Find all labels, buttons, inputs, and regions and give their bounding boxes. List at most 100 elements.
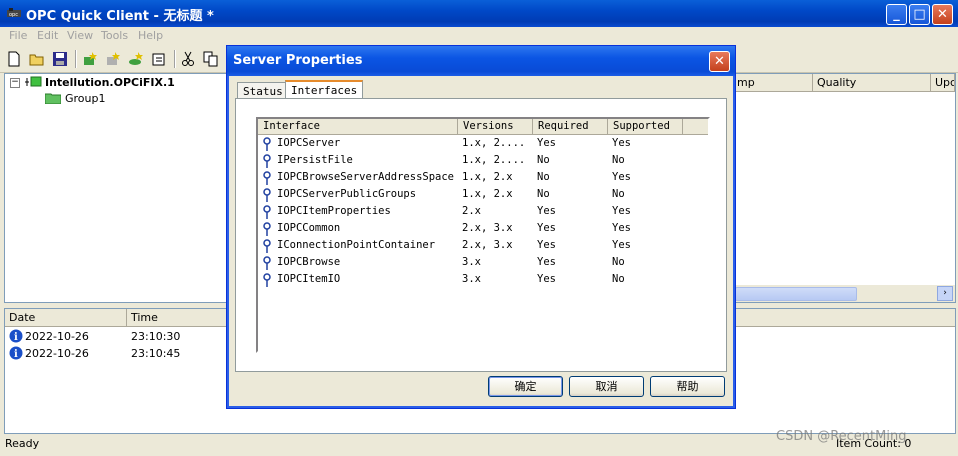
properties-icon[interactable]	[151, 51, 167, 67]
dialog-title-bar[interactable]: Server Properties ✕	[227, 46, 735, 76]
menu-bar: File Edit View Tools Help	[0, 27, 958, 45]
maximize-button[interactable]: □	[909, 4, 930, 25]
log-column-date[interactable]: Date	[5, 309, 127, 327]
close-icon: ✕	[714, 54, 725, 69]
scrollbar-thumb[interactable]	[735, 287, 857, 301]
ok-button[interactable]: 确定	[488, 376, 563, 397]
interface-required: Yes	[537, 222, 556, 234]
column-supported[interactable]: Supported	[608, 119, 683, 135]
menu-view[interactable]: View	[67, 29, 93, 42]
tab-interfaces[interactable]: Interfaces	[285, 80, 364, 99]
maximize-icon: □	[913, 7, 926, 22]
interface-name: IOPCServerPublicGroups	[277, 188, 417, 200]
collapse-toggle-icon[interactable]: −	[10, 78, 20, 88]
interface-lollipop-icon	[263, 205, 271, 219]
column-header[interactable]: Upc	[931, 74, 955, 92]
save-icon[interactable]	[52, 51, 68, 67]
interface-name: IOPCCommon	[277, 222, 341, 234]
open-icon[interactable]	[29, 51, 45, 67]
column-versions[interactable]: Versions	[458, 119, 533, 135]
tab-status[interactable]: Status	[237, 82, 289, 99]
main-title-bar[interactable]: opc OPC Quick Client - 无标题 * _ □ ✕	[0, 0, 958, 27]
interface-row[interactable]: IOPCItemIO 3.x Yes No	[258, 271, 708, 288]
menu-help[interactable]: Help	[138, 29, 163, 42]
interface-required: No	[537, 171, 550, 183]
interface-row[interactable]: IOPCCommon 2.x, 3.x Yes Yes	[258, 220, 708, 237]
interface-name: IOPCBrowse	[277, 256, 341, 268]
interface-supported: Yes	[612, 205, 631, 217]
menu-tools[interactable]: Tools	[101, 29, 128, 42]
dialog-close-button[interactable]: ✕	[709, 51, 730, 72]
menu-file[interactable]: File	[9, 29, 27, 42]
interface-supported: No	[612, 273, 625, 285]
interface-supported: Yes	[612, 171, 631, 183]
cut-icon[interactable]	[180, 51, 196, 67]
log-column-time[interactable]: Time	[127, 309, 227, 327]
interface-lollipop-icon	[263, 154, 271, 168]
minimize-icon: _	[893, 7, 900, 22]
interface-name: IOPCServer	[277, 137, 341, 149]
interface-row[interactable]: IConnectionPointContainer 2.x, 3.x Yes Y…	[258, 237, 708, 254]
interface-versions: 2.x, 3.x	[462, 239, 513, 251]
interface-lollipop-icon	[263, 239, 271, 253]
interface-supported: Yes	[612, 239, 631, 251]
server-tree[interactable]: − Intellution.OPCiFIX.1 Group1	[4, 73, 228, 303]
interface-lollipop-icon	[263, 273, 271, 287]
item-list[interactable]: mp Quality Upc ›	[732, 73, 956, 303]
menu-edit[interactable]: Edit	[37, 29, 58, 42]
minimize-button[interactable]: _	[886, 4, 907, 25]
log-date: 2022-10-26	[25, 330, 89, 343]
column-header[interactable]: Quality	[813, 74, 931, 92]
interface-required: No	[537, 188, 550, 200]
window-title: OPC Quick Client - 无标题 *	[26, 9, 214, 24]
server-icon	[25, 76, 42, 87]
interface-required: Yes	[537, 205, 556, 217]
cancel-button[interactable]: 取消	[569, 376, 644, 397]
group-node-label[interactable]: Group1	[65, 92, 106, 105]
interface-required: Yes	[537, 273, 556, 285]
interface-required: Yes	[537, 239, 556, 251]
column-required[interactable]: Required	[533, 119, 608, 135]
column-interface[interactable]: Interface	[258, 119, 458, 135]
interface-row[interactable]: IOPCServer 1.x, 2.... Yes Yes	[258, 135, 708, 152]
server-node-label[interactable]: Intellution.OPCiFIX.1	[45, 76, 175, 89]
interface-name: IConnectionPointContainer	[277, 239, 436, 251]
interface-supported: Yes	[612, 222, 631, 234]
horizontal-scrollbar[interactable]: ›	[733, 285, 955, 302]
help-button[interactable]: 帮助	[650, 376, 725, 397]
scroll-right-icon[interactable]: ›	[937, 286, 953, 301]
interfaces-list[interactable]: Interface Versions Required Supported IO…	[256, 117, 710, 353]
interface-versions: 1.x, 2.x	[462, 188, 513, 200]
server-properties-dialog: Server Properties ✕ Status Interfaces In…	[226, 45, 736, 409]
interface-lollipop-icon	[263, 256, 271, 270]
app-icon: opc	[7, 8, 21, 18]
close-icon: ✕	[937, 7, 948, 22]
interface-row[interactable]: IPersistFile 1.x, 2.... No No	[258, 152, 708, 169]
interface-row[interactable]: IOPCServerPublicGroups 1.x, 2.x No No	[258, 186, 708, 203]
svg-text:opc: opc	[9, 12, 18, 18]
close-button[interactable]: ✕	[932, 4, 953, 25]
interface-name: IOPCItemIO	[277, 273, 341, 285]
new-group-icon[interactable]	[105, 51, 121, 67]
interface-name: IOPCItemProperties	[277, 205, 391, 217]
interface-row[interactable]: IOPCItemProperties 2.x Yes Yes	[258, 203, 708, 220]
column-header[interactable]: mp	[733, 74, 813, 92]
copy-icon[interactable]	[203, 51, 219, 67]
interface-required: No	[537, 154, 550, 166]
interface-supported: No	[612, 188, 625, 200]
new-icon[interactable]	[6, 51, 22, 67]
new-item-icon[interactable]	[128, 51, 144, 67]
interface-row[interactable]: IOPCBrowseServerAddressSpace 1.x, 2.x No…	[258, 169, 708, 186]
interface-row[interactable]: IOPCBrowse 3.x Yes No	[258, 254, 708, 271]
folder-icon	[45, 93, 61, 104]
svg-text:i: i	[14, 349, 18, 360]
info-icon: i	[9, 329, 23, 343]
dialog-title: Server Properties	[233, 53, 363, 68]
new-server-icon[interactable]	[82, 51, 98, 67]
interface-versions: 1.x, 2....	[462, 137, 526, 149]
interface-required: Yes	[537, 256, 556, 268]
interface-supported: No	[612, 256, 625, 268]
interfaces-panel: Interface Versions Required Supported IO…	[235, 98, 727, 372]
interface-supported: Yes	[612, 137, 631, 149]
interface-name: IOPCBrowseServerAddressSpace	[277, 171, 455, 183]
